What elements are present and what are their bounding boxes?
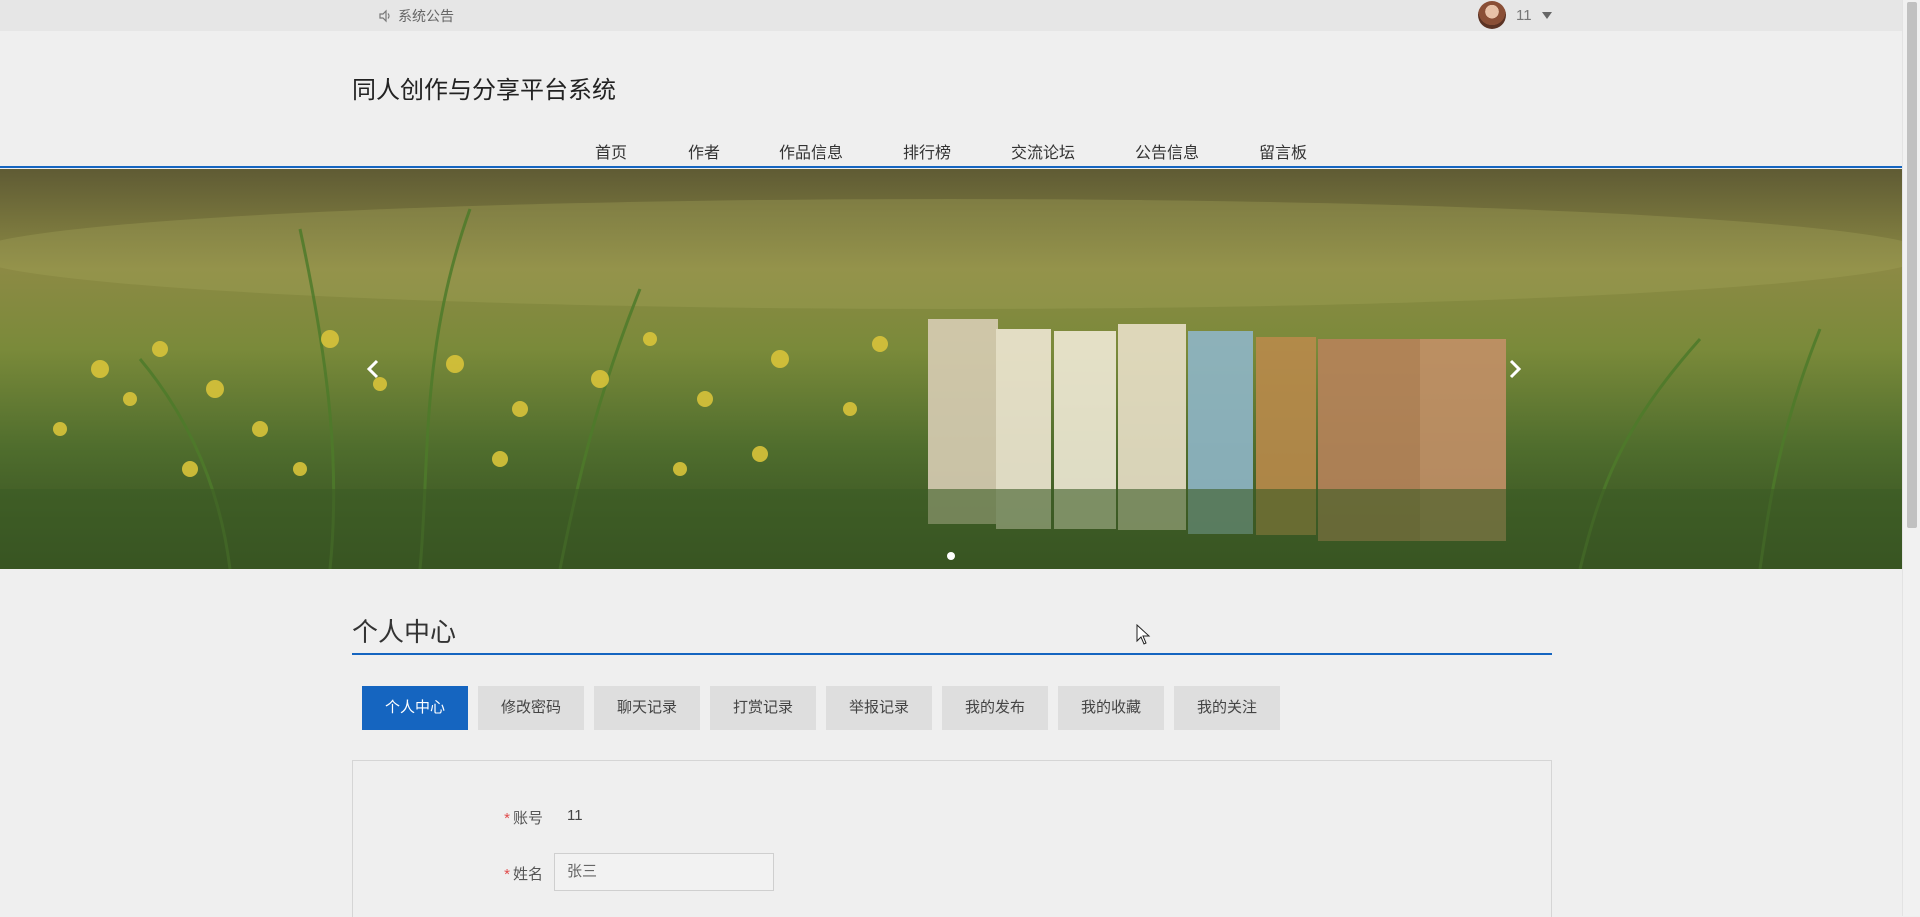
required-mark: *	[504, 810, 510, 827]
banner-image	[0, 169, 1902, 569]
tab-profile[interactable]: 个人中心	[362, 686, 468, 730]
account-row: * 账号 11	[353, 797, 1551, 837]
caret-down-icon[interactable]	[1541, 11, 1552, 19]
system-notice-label: 系统公告	[398, 8, 454, 24]
carousel-dot[interactable]	[947, 552, 955, 560]
nav-item-message-board[interactable]: 留言板	[1259, 139, 1307, 163]
required-mark: *	[504, 866, 510, 883]
site-title: 同人创作与分享平台系统	[352, 77, 616, 104]
site-header: 同人创作与分享平台系统 首页 作者 作品信息 排行榜 交流论坛 公告信息 留言板	[0, 31, 1902, 168]
page-scrollbar[interactable]	[1902, 0, 1920, 916]
scrollbar-thumb[interactable]	[1907, 2, 1917, 528]
tab-chat-history[interactable]: 聊天记录	[594, 686, 700, 730]
tab-my-favorites[interactable]: 我的收藏	[1058, 686, 1164, 730]
tab-report-records[interactable]: 举报记录	[826, 686, 932, 730]
user-menu[interactable]: 11	[1478, 1, 1552, 29]
nav-item-authors[interactable]: 作者	[688, 139, 720, 163]
chevron-right-icon[interactable]	[1502, 357, 1526, 381]
banner-carousel[interactable]	[0, 169, 1902, 569]
nav-divider	[0, 166, 1902, 168]
nav-item-works[interactable]: 作品信息	[779, 139, 843, 163]
system-notice-link[interactable]: 系统公告	[378, 6, 454, 26]
nav-item-forum[interactable]: 交流论坛	[1011, 139, 1075, 163]
chevron-left-icon[interactable]	[362, 357, 386, 381]
title-underline	[352, 653, 1552, 655]
tab-my-posts[interactable]: 我的发布	[942, 686, 1048, 730]
username: 11	[1516, 6, 1532, 24]
account-value: 11	[567, 807, 583, 824]
tab-change-password[interactable]: 修改密码	[478, 686, 584, 730]
speaker-icon	[379, 9, 390, 23]
page-title: 个人中心	[352, 617, 457, 647]
name-label: * 姓名	[504, 863, 543, 884]
nav-item-home[interactable]: 首页	[595, 139, 627, 163]
account-label: * 账号	[504, 807, 543, 828]
name-label-text: 姓名	[512, 866, 543, 883]
profile-form: * 账号 11 * 姓名 张三	[352, 760, 1552, 917]
name-field[interactable]: 张三	[554, 853, 774, 891]
nav-item-announcements[interactable]: 公告信息	[1135, 139, 1199, 163]
account-label-text: 账号	[512, 810, 543, 827]
mouse-cursor-icon	[1136, 624, 1151, 645]
main-nav: 首页 作者 作品信息 排行榜 交流论坛 公告信息 留言板	[0, 135, 1902, 165]
top-bar: 系统公告 11	[0, 0, 1902, 32]
name-row: * 姓名 张三	[353, 853, 1551, 893]
tab-my-follows[interactable]: 我的关注	[1174, 686, 1280, 730]
avatar[interactable]	[1478, 1, 1506, 29]
nav-item-ranking[interactable]: 排行榜	[903, 139, 951, 163]
tab-tip-records[interactable]: 打赏记录	[710, 686, 816, 730]
